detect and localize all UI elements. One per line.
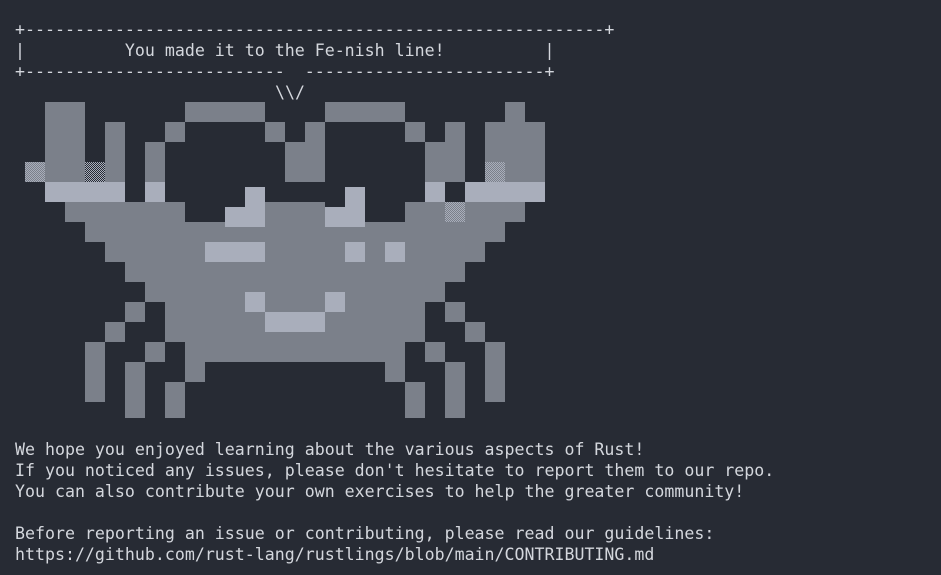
banner-top-border: +---------------------------------------… [15, 20, 615, 39]
banner-bottom-border: +-------------------------- ------------… [15, 62, 555, 81]
contributing-url: https://github.com/rust-lang/rustlings/b… [15, 545, 655, 564]
terminal-window: +---------------------------------------… [0, 0, 941, 575]
speech-tail: \\/ [275, 83, 305, 102]
banner-message: | You made it to the Fe-nish line! | [15, 41, 555, 60]
ferris-crab-ascii-art [25, 102, 545, 418]
message-line-3: You can also contribute your own exercis… [15, 482, 745, 501]
message-line-2: If you noticed any issues, please don't … [15, 461, 775, 480]
guidelines-line: Before reporting an issue or contributin… [15, 524, 715, 543]
message-line-1: We hope you enjoyed learning about the v… [15, 440, 645, 459]
